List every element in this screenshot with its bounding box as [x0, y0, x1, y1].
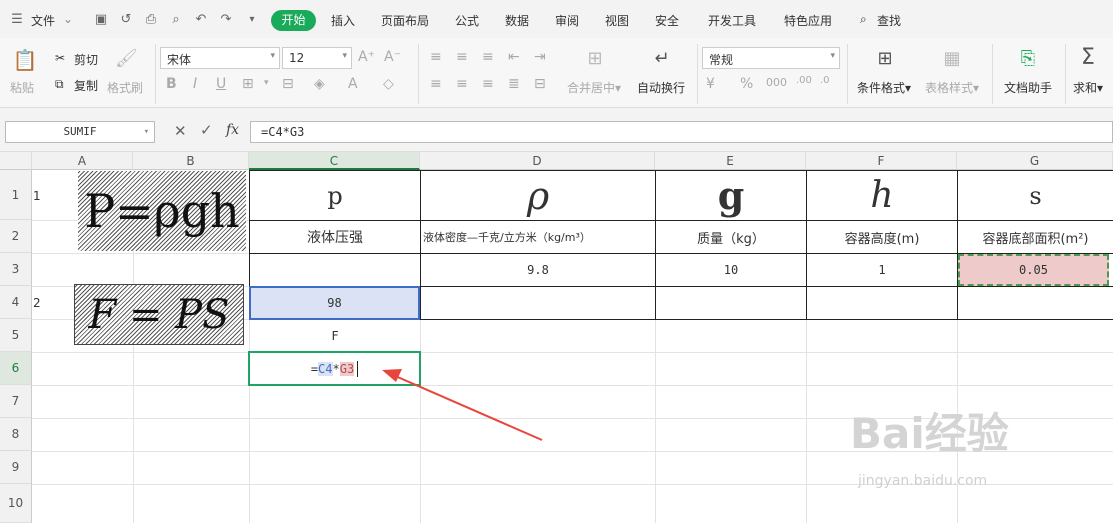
- watermark-url: jingyan.baidu.com: [858, 473, 988, 489]
- baidu-watermark: Bai经验: [850, 409, 1009, 458]
